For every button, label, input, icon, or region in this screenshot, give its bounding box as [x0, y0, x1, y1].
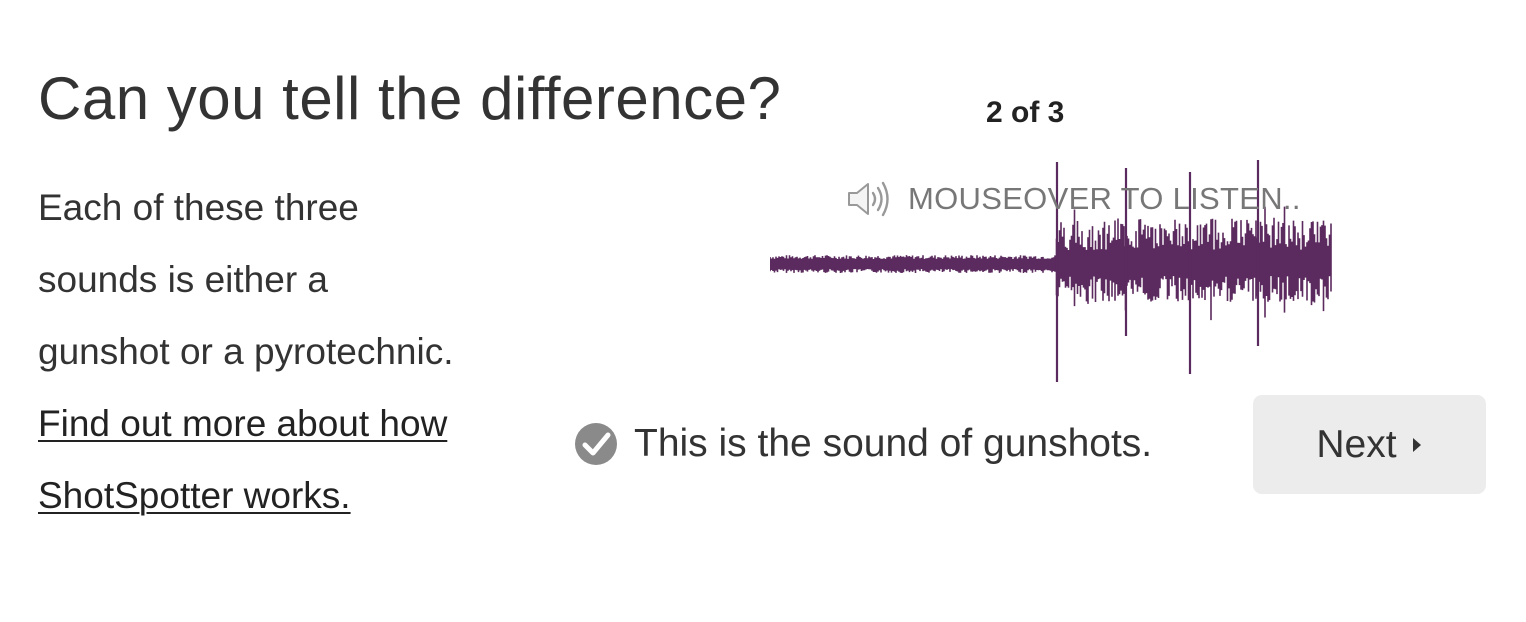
- question-counter: 2 of 3: [986, 96, 1065, 129]
- learn-more-link[interactable]: Find out more about how: [38, 403, 447, 444]
- check-circle-icon: [574, 422, 618, 466]
- description-line: sounds is either a: [38, 259, 329, 300]
- speaker-icon: [846, 179, 894, 219]
- answer-result: This is the sound of gunshots.: [574, 422, 1152, 466]
- caret-right-icon: [1411, 435, 1423, 455]
- listen-prompt[interactable]: MOUSEOVER TO LISTEN..: [846, 176, 1301, 222]
- description-line: Each of these three: [38, 187, 359, 228]
- description: Each of these three sounds is either a g…: [38, 172, 518, 532]
- answer-text: This is the sound of gunshots.: [634, 422, 1153, 465]
- listen-text: MOUSEOVER TO LISTEN..: [908, 181, 1301, 216]
- learn-more-link[interactable]: ShotSpotter works.: [38, 475, 351, 516]
- next-label: Next: [1316, 422, 1397, 466]
- learn-more-link-line: Find out more about how: [38, 388, 518, 460]
- description-line: gunshot or a pyrotechnic.: [38, 331, 454, 372]
- learn-more-link-line: ShotSpotter works.: [38, 460, 518, 532]
- waveform-body: [770, 206, 1332, 321]
- next-button[interactable]: Next: [1253, 395, 1486, 494]
- page-title: Can you tell the difference?: [38, 65, 782, 132]
